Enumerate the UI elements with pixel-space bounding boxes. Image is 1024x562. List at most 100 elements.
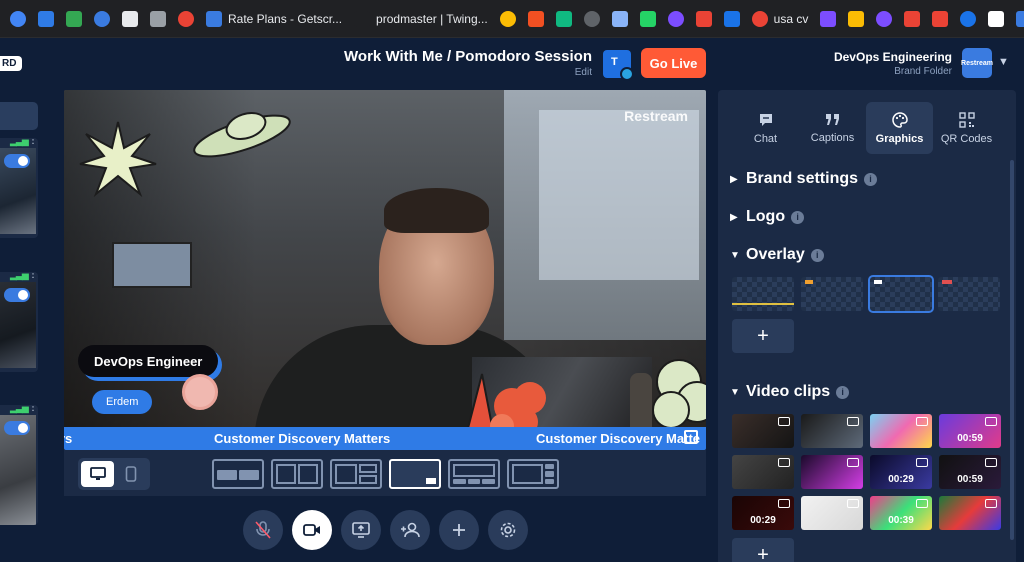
bookmark-item[interactable] (606, 5, 634, 33)
add-overlay-button[interactable]: + (732, 319, 794, 353)
guest-stage-toggle[interactable] (4, 288, 30, 302)
bookmark-item[interactable]: usa cv (746, 5, 815, 33)
bookmark-item[interactable] (494, 5, 522, 33)
layout-cell (359, 475, 377, 484)
presenter-hair (384, 188, 489, 233)
layout-option-solo-pip[interactable] (389, 459, 441, 489)
clip-duration: 00:29 (750, 515, 776, 526)
desktop-view-button[interactable] (81, 461, 114, 487)
bookmark-item[interactable] (634, 5, 662, 33)
stream-title[interactable]: Work With Me / Pomodoro Session (344, 48, 592, 65)
video-clip-tile[interactable] (870, 414, 932, 448)
bookmark-item[interactable] (32, 5, 60, 33)
video-clip-tile[interactable]: 00:29 (870, 455, 932, 489)
chevron-down-icon[interactable]: ▼ (998, 56, 1009, 68)
brand-block[interactable]: DevOps Engineering Brand Folder (834, 50, 952, 77)
more-icon[interactable]: ⋮ (28, 138, 38, 146)
video-clip-tile[interactable] (939, 496, 1001, 530)
bookmark-item[interactable] (550, 5, 578, 33)
stage-preview[interactable]: Restream DevOps Engineer Erdem rs Custom… (64, 90, 706, 450)
video-clip-tile[interactable] (801, 496, 863, 530)
section-brand-settings[interactable]: ▶ Brand settings i (730, 170, 878, 188)
overlay-tile[interactable] (938, 277, 1000, 311)
layout-option-sidebar[interactable] (507, 459, 559, 489)
layout-option-stage-strip[interactable] (448, 459, 500, 489)
settings-button[interactable] (488, 510, 528, 550)
more-icon[interactable]: ⋮ (28, 405, 38, 413)
bookmark-item[interactable] (842, 5, 870, 33)
overlay-tile[interactable] (732, 277, 794, 311)
bookmark-item[interactable] (982, 5, 1010, 33)
guest-tile[interactable]: ▂▃▅ ⋮ (0, 272, 38, 372)
guest-header-tile[interactable] (0, 102, 38, 130)
bookmark-item[interactable] (88, 5, 116, 33)
more-icon[interactable]: ⋮ (28, 272, 38, 280)
layout-option-side-by-side[interactable] (212, 459, 264, 489)
layout-cell (453, 464, 495, 478)
bookmark-item[interactable] (662, 5, 690, 33)
panel-scrollbar[interactable] (1010, 160, 1014, 540)
bookmark-item[interactable] (870, 5, 898, 33)
bookmark-item[interactable] (1010, 5, 1024, 33)
bookmark-item[interactable] (578, 5, 606, 33)
info-icon[interactable]: i (791, 210, 805, 224)
tab-captions[interactable]: Captions (799, 102, 866, 154)
fullscreen-icon[interactable] (684, 430, 698, 444)
layout-option-grid[interactable] (330, 459, 382, 489)
info-icon[interactable]: i (864, 172, 878, 186)
bookmark-item[interactable]: Rate Plans - Getscr... (200, 5, 348, 33)
camera-button[interactable] (292, 510, 332, 550)
overlay-tile-selected[interactable] (868, 275, 934, 313)
guest-stage-toggle[interactable] (4, 154, 30, 168)
destination-icon[interactable]: T (603, 50, 634, 81)
signal-icon: ▂▃▅ (10, 138, 29, 146)
video-clip-tile[interactable]: 00:59 (939, 455, 1001, 489)
bookmark-item[interactable] (718, 5, 746, 33)
tab-chat[interactable]: Chat (732, 102, 799, 154)
video-clip-tile[interactable] (732, 414, 794, 448)
bookmark-item[interactable] (116, 5, 144, 33)
brand-name: DevOps Engineering (833, 50, 952, 64)
bookmark-item[interactable] (954, 5, 982, 33)
bookmark-item[interactable] (522, 5, 550, 33)
section-video-clips[interactable]: ▼ Video clips i (730, 383, 850, 401)
video-clip-tile[interactable] (801, 414, 863, 448)
video-clip-tile[interactable]: 00:59 (939, 414, 1001, 448)
bookmark-item[interactable]: prodmaster | Twing... (348, 5, 494, 33)
add-source-button[interactable] (439, 510, 479, 550)
bookmark-item[interactable] (898, 5, 926, 33)
video-clip-tile[interactable]: 00:39 (870, 496, 932, 530)
video-clip-tile[interactable] (732, 455, 794, 489)
monitor-icon (89, 467, 106, 480)
bookmark-item[interactable] (172, 5, 200, 33)
guest-tile[interactable]: ▂▃▅ ⋮ (0, 405, 38, 525)
guest-stage-toggle[interactable] (4, 421, 30, 435)
tab-graphics[interactable]: Graphics (866, 102, 933, 154)
section-overlay[interactable]: ▼ Overlay i (730, 246, 824, 264)
video-clip-tile[interactable] (801, 455, 863, 489)
invite-guest-button[interactable] (390, 510, 430, 550)
tab-qr-codes[interactable]: QR Codes (933, 102, 1000, 154)
edit-title-link[interactable]: Edit (344, 67, 592, 78)
overlay-tile[interactable] (801, 277, 863, 311)
mobile-view-button[interactable] (114, 461, 147, 487)
bookmark-item[interactable] (60, 5, 88, 33)
bookmark-item[interactable] (690, 5, 718, 33)
brand-logo[interactable]: Restream (961, 48, 993, 78)
go-live-button[interactable]: Go Live (641, 48, 706, 78)
bookmark-item[interactable] (4, 5, 32, 33)
layout-option-split[interactable] (271, 459, 323, 489)
bookmark-favicon-icon (178, 10, 194, 27)
info-icon[interactable]: i (810, 248, 824, 262)
section-logo[interactable]: ▶ Logo i (730, 208, 805, 226)
add-video-clip-button[interactable]: + (732, 538, 794, 562)
bookmark-item[interactable] (144, 5, 172, 33)
bookmark-item[interactable] (814, 5, 842, 33)
layout-cell (467, 479, 481, 484)
video-clip-tile[interactable]: 00:29 (732, 496, 794, 530)
share-screen-button[interactable] (341, 510, 381, 550)
mute-mic-button[interactable] (243, 510, 283, 550)
info-icon[interactable]: i (836, 385, 850, 399)
bookmark-item[interactable] (926, 5, 954, 33)
guest-tile[interactable]: ▂▃▅ ⋮ (0, 138, 38, 238)
